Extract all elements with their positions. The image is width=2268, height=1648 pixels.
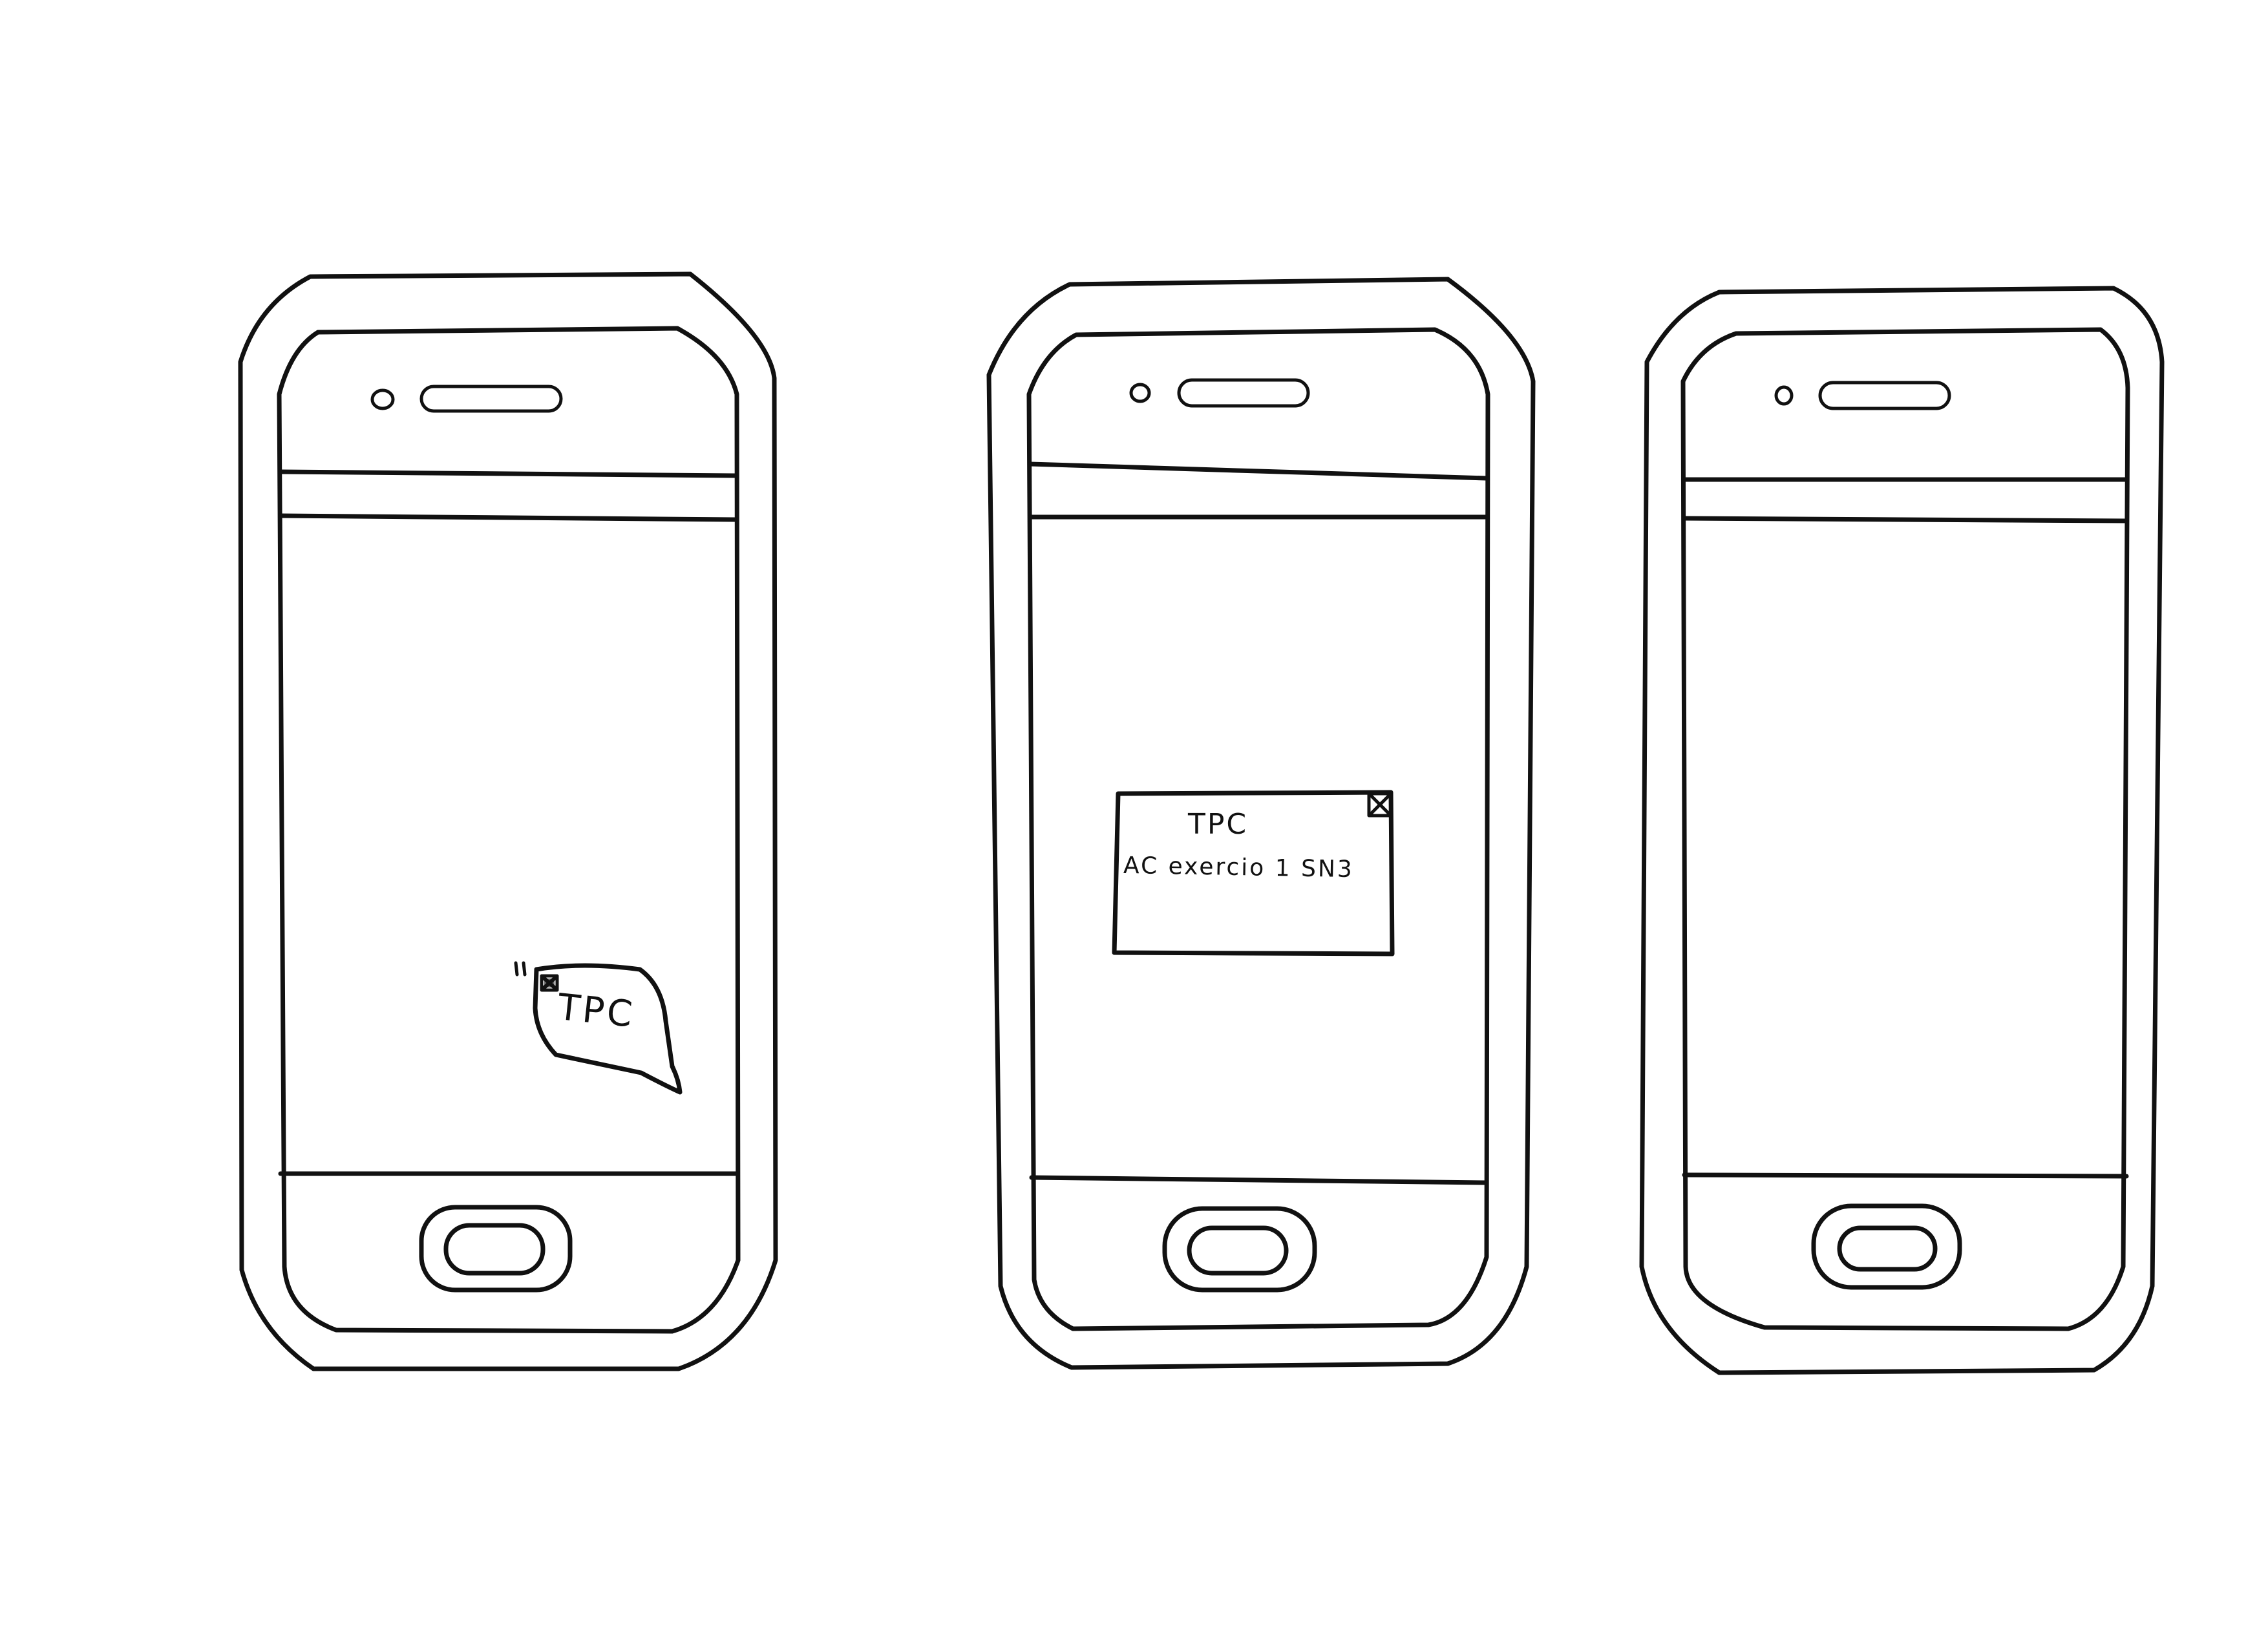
phone-1-status-bar-top bbox=[278, 469, 739, 478]
notification-dialog-title: TPC bbox=[1188, 808, 1249, 841]
phone-1-speaker-grille bbox=[419, 385, 563, 413]
phone-1-outer-body bbox=[238, 271, 778, 1371]
phone-1-front-camera bbox=[370, 388, 395, 410]
notification-bubble-label: TPC bbox=[555, 986, 637, 1037]
notification-dialog-body: AC exercio 1 SN3 bbox=[1123, 852, 1355, 883]
wireframe-sketch bbox=[238, 271, 2165, 1375]
phone-3 bbox=[1639, 286, 2165, 1375]
phone-1-inner-face bbox=[277, 326, 741, 1334]
phone-1-home-button[interactable] bbox=[419, 1205, 573, 1293]
phone-2-status-bar-top bbox=[1028, 461, 1489, 481]
phone-3-outer-body bbox=[1639, 286, 2165, 1375]
phone-3-front-camera bbox=[1774, 385, 1794, 406]
phone-3-home-button[interactable] bbox=[1811, 1203, 1962, 1290]
phone-2-screen-bottom-edge bbox=[1029, 1175, 1489, 1185]
phone-3-status-bar-bottom bbox=[1682, 516, 2129, 523]
phone-2-outer-body bbox=[986, 277, 1536, 1370]
close-icon[interactable] bbox=[1367, 792, 1393, 818]
quote-marks-icon bbox=[514, 961, 527, 977]
close-icon[interactable] bbox=[540, 974, 559, 992]
phone-3-screen-bottom-edge bbox=[1682, 1172, 2129, 1179]
phone-3-speaker-grille bbox=[1818, 381, 1951, 410]
phone-1-status-bar-bottom bbox=[278, 513, 739, 522]
phone-2-speaker-grille bbox=[1177, 378, 1310, 408]
phone-1 bbox=[238, 271, 778, 1371]
phone-2 bbox=[986, 277, 1536, 1370]
phone-2-front-camera bbox=[1129, 383, 1151, 403]
phone-2-home-button[interactable] bbox=[1162, 1206, 1317, 1293]
